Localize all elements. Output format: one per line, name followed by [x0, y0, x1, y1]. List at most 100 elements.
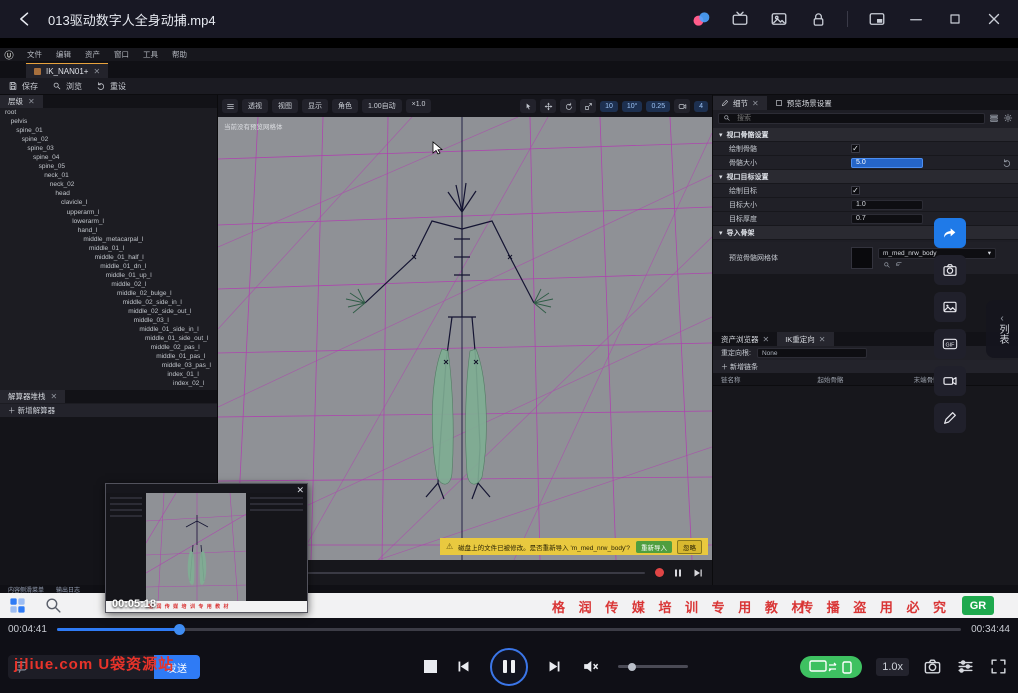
- skeleton-bone-item[interactable]: root: [0, 108, 217, 117]
- danmaku-input[interactable]: [33, 661, 148, 673]
- share-tool-button[interactable]: [934, 218, 966, 248]
- browse-to-asset-icon[interactable]: [883, 261, 891, 269]
- select-tool-icon[interactable]: [520, 99, 536, 113]
- rotate-tool-icon[interactable]: [560, 99, 576, 113]
- skeleton-bone-item[interactable]: spine_01: [0, 126, 217, 135]
- fullscreen-button[interactable]: [989, 657, 1008, 676]
- use-selected-icon[interactable]: [895, 261, 903, 269]
- asset-browser-tab-close-icon[interactable]: ✕: [763, 335, 770, 344]
- hierarchy-tab[interactable]: 层级 ✕: [0, 95, 43, 108]
- preview-scene-tab[interactable]: 预览场景设置: [767, 96, 840, 110]
- ue-menu-item[interactable]: 文件: [20, 49, 49, 60]
- pip-close-icon[interactable]: ✕: [296, 485, 304, 496]
- cast-tv-icon[interactable]: [730, 9, 750, 29]
- annotate-tool-button[interactable]: [934, 403, 966, 433]
- play-pause-button[interactable]: [490, 648, 528, 686]
- vip-logo-icon[interactable]: [691, 9, 711, 29]
- camera-speed-icon[interactable]: [674, 99, 690, 113]
- section-viewport-goal[interactable]: ▾视口目标设置: [713, 170, 1018, 184]
- playlist-handle[interactable]: ‹ 列表: [986, 300, 1018, 358]
- skeleton-bone-item[interactable]: pelvis: [0, 117, 217, 126]
- ue-menu-item[interactable]: 帮助: [165, 49, 194, 60]
- skeleton-bone-item[interactable]: middle_01_side_out_l: [0, 334, 217, 343]
- move-tool-icon[interactable]: [540, 99, 556, 113]
- mini-player-icon[interactable]: [867, 9, 887, 29]
- mute-button[interactable]: [581, 657, 600, 676]
- viewport-mode-button[interactable]: 角色: [332, 99, 358, 113]
- details-tab-close-icon[interactable]: ✕: [752, 99, 759, 108]
- skeleton-bone-item[interactable]: upperarm_l: [0, 208, 217, 217]
- seek-knob[interactable]: [174, 624, 185, 635]
- rotation-snap-value[interactable]: 10°: [622, 101, 643, 112]
- skeleton-bone-item[interactable]: middle_02_side_in_l: [0, 298, 217, 307]
- skeleton-bone-item[interactable]: middle_01_l: [0, 244, 217, 253]
- skeleton-bone-item[interactable]: middle_01_dn_l: [0, 262, 217, 271]
- ue-menu-item[interactable]: 编辑: [49, 49, 78, 60]
- tune-settings-button[interactable]: [956, 657, 975, 676]
- skeleton-bone-item[interactable]: index_01_l: [0, 370, 217, 379]
- playback-speed[interactable]: 1.0x: [876, 658, 909, 676]
- skeleton-bone-item[interactable]: lowerarm_l: [0, 217, 217, 226]
- ue-browse-button[interactable]: 浏览: [52, 81, 82, 92]
- skeleton-bone-item[interactable]: spine_02: [0, 135, 217, 144]
- skeleton-bone-item[interactable]: head: [0, 189, 217, 198]
- skeleton-bone-item[interactable]: hand_l: [0, 226, 217, 235]
- add-solver-button[interactable]: ＋ 新增解算器: [0, 404, 217, 417]
- skeleton-bone-item[interactable]: neck_02: [0, 180, 217, 189]
- grid-snap-value[interactable]: 10: [600, 101, 618, 112]
- cast-pill-button[interactable]: [800, 656, 862, 678]
- viewport-mode-button[interactable]: ×1.0: [406, 99, 432, 113]
- skeleton-bone-item[interactable]: middle_01_pas_l: [0, 352, 217, 361]
- skeleton-bone-item[interactable]: middle_03_l: [0, 316, 217, 325]
- details-tab[interactable]: 细节 ✕: [713, 96, 767, 110]
- skeleton-bone-item[interactable]: clavicle_l: [0, 198, 217, 207]
- viewport-mode-button[interactable]: 显示: [302, 99, 328, 113]
- skeleton-bone-item[interactable]: middle_metacarpal_l: [0, 235, 217, 244]
- solver-stack-tab[interactable]: 解算器堆栈 ✕: [0, 390, 65, 403]
- skeleton-bone-item[interactable]: middle_02_l: [0, 280, 217, 289]
- hierarchy-tab-close-icon[interactable]: ✕: [28, 97, 35, 106]
- scale-tool-icon[interactable]: [580, 99, 596, 113]
- details-search-input[interactable]: [735, 114, 980, 123]
- skeleton-bone-item[interactable]: spine_05: [0, 162, 217, 171]
- viewport-menu-icon[interactable]: [222, 99, 238, 113]
- skeleton-bone-item[interactable]: index_02_l: [0, 379, 217, 388]
- skeleton-bone-item[interactable]: spine_04: [0, 153, 217, 162]
- ue-menu-item[interactable]: 窗口: [107, 49, 136, 60]
- ik-retarget-tab-close-icon[interactable]: ✕: [819, 335, 826, 344]
- skeleton-bone-item[interactable]: middle_03_pas_l: [0, 361, 217, 370]
- skeleton-bone-item[interactable]: middle_01_up_l: [0, 271, 217, 280]
- ue-menu-item[interactable]: 工具: [136, 49, 165, 60]
- ue-asset-tab[interactable]: IK_NAN01+ ✕: [26, 63, 108, 78]
- danmaku-box[interactable]: [8, 655, 154, 679]
- skeleton-bone-item[interactable]: middle_02_side_out_l: [0, 307, 217, 316]
- details-search-box[interactable]: [718, 113, 985, 124]
- reset-to-default-icon[interactable]: [1002, 158, 1012, 168]
- goal-thickness-input[interactable]: 0.7: [851, 214, 923, 224]
- record-tool-button[interactable]: [934, 366, 966, 396]
- bone-size-input[interactable]: 5.0: [851, 158, 923, 168]
- section-import-skeleton[interactable]: ▾导入骨架: [713, 226, 1018, 240]
- close-button[interactable]: [984, 9, 1004, 29]
- screenshot-tool-button[interactable]: [934, 255, 966, 285]
- draw-goals-checkbox[interactable]: ✓: [851, 186, 860, 195]
- skeleton-bone-item[interactable]: middle_02_pas_l: [0, 343, 217, 352]
- seek-bar[interactable]: [57, 622, 961, 636]
- reimport-button[interactable]: 重新导入: [636, 541, 672, 553]
- pip-preview-window[interactable]: ✕ 格 润 传 媒 培 训 专 用 教 材: [105, 483, 308, 613]
- send-button[interactable]: 发送: [154, 655, 200, 679]
- settings-gear-icon[interactable]: [1003, 113, 1013, 123]
- magnifier-icon[interactable]: [44, 596, 63, 615]
- solver-tab-close-icon[interactable]: ✕: [51, 392, 58, 401]
- asset-tab-close-icon[interactable]: ✕: [93, 67, 100, 76]
- goal-size-input[interactable]: 1.0: [851, 200, 923, 210]
- skeleton-bone-item[interactable]: spine_03: [0, 144, 217, 153]
- ignore-button[interactable]: 忽略: [677, 540, 702, 554]
- image-tool-button[interactable]: [934, 292, 966, 322]
- screenshot-button[interactable]: [923, 657, 942, 676]
- camera-speed-value[interactable]: 4: [694, 101, 708, 112]
- add-chain-button[interactable]: ＋ 新增链条: [713, 360, 1018, 373]
- skeleton-bone-item[interactable]: middle_01_side_in_l: [0, 325, 217, 334]
- scale-snap-value[interactable]: 0.25: [646, 101, 670, 112]
- draw-bones-checkbox[interactable]: ✓: [851, 144, 860, 153]
